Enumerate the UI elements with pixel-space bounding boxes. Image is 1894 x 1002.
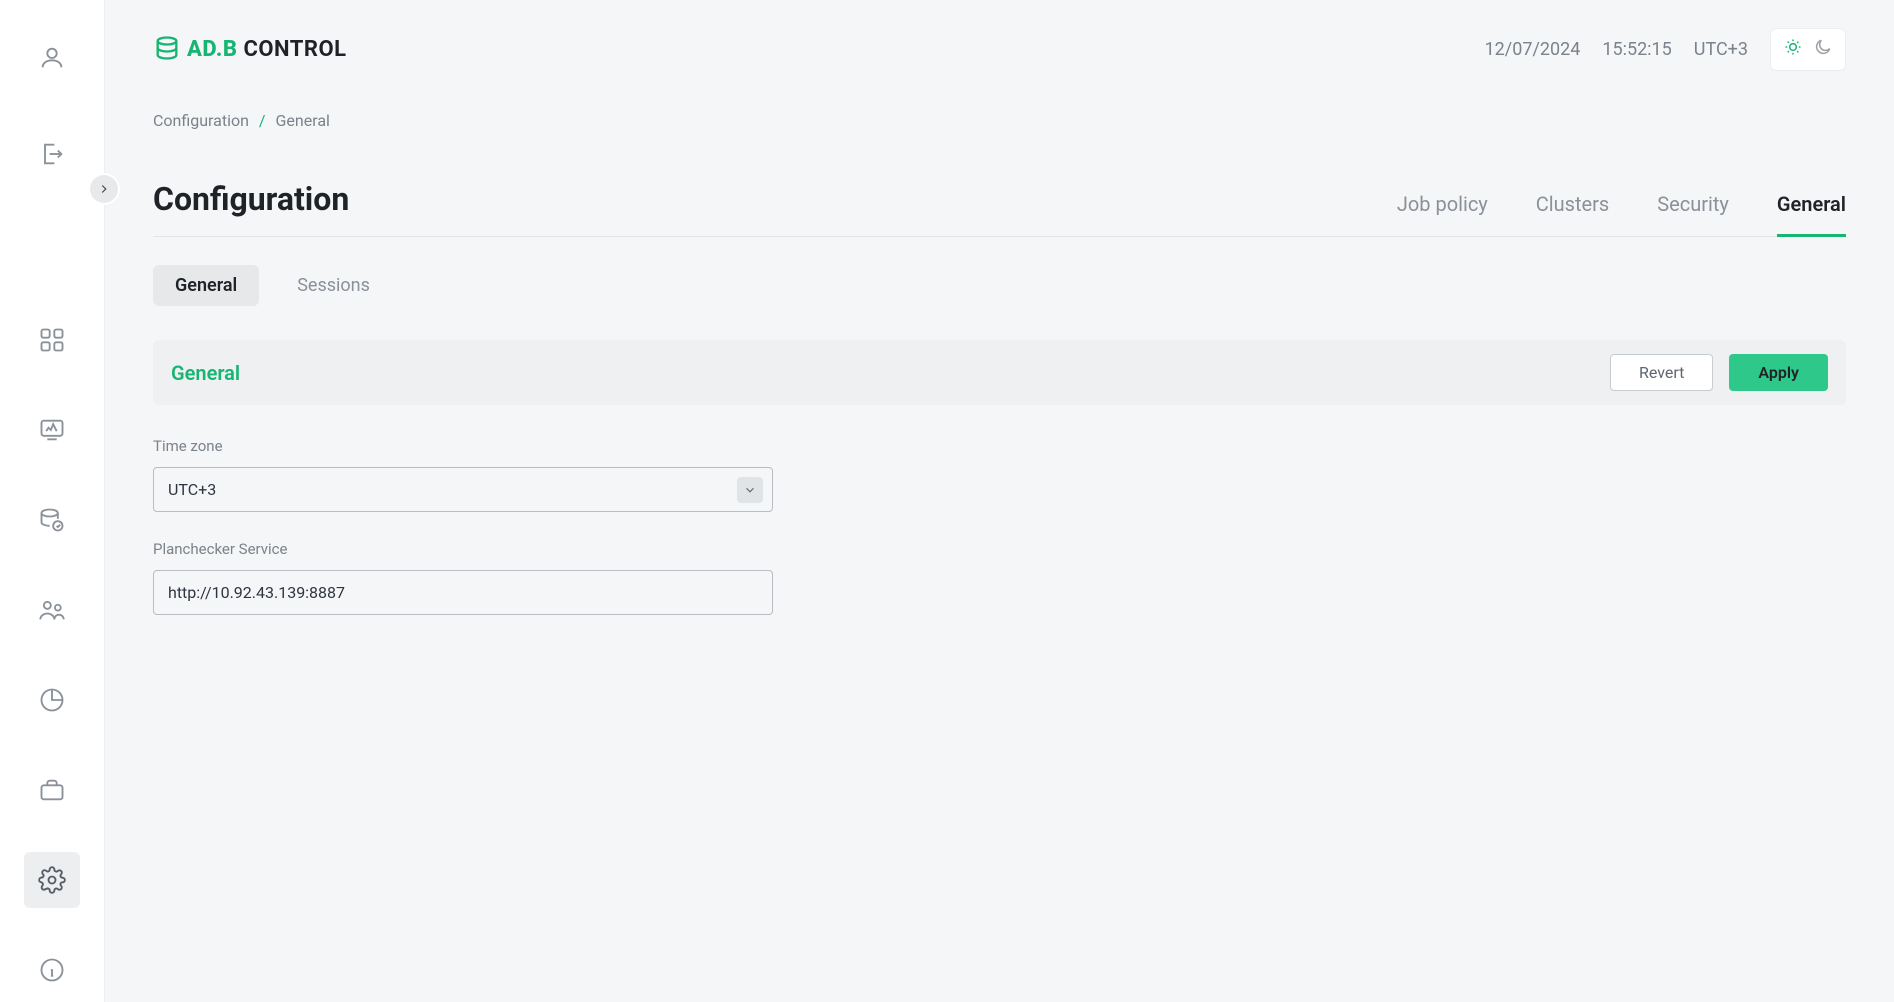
sub-tabs: General Sessions: [153, 265, 1846, 306]
dashboard-icon[interactable]: [24, 312, 80, 368]
backup-icon[interactable]: [24, 492, 80, 548]
brand: AD.B CONTROL: [153, 34, 347, 66]
tab-job-policy[interactable]: Job policy: [1397, 192, 1488, 237]
timezone-select[interactable]: [153, 467, 773, 512]
subtab-sessions[interactable]: Sessions: [275, 265, 392, 306]
sidebar-expand-button[interactable]: [90, 175, 118, 203]
planchecker-input[interactable]: [153, 570, 773, 615]
brand-text: AD.B CONTROL: [187, 37, 347, 62]
sidebar: [0, 0, 105, 1002]
page-title: Configuration: [153, 180, 349, 218]
header-date: 12/07/2024: [1485, 39, 1581, 60]
breadcrumb-root[interactable]: Configuration: [153, 111, 249, 130]
topbar: AD.B CONTROL 12/07/2024 15:52:15 UTC+3: [153, 28, 1846, 71]
info-icon[interactable]: [24, 942, 80, 998]
apply-button[interactable]: Apply: [1729, 354, 1828, 391]
logout-icon[interactable]: [24, 126, 80, 182]
tab-general[interactable]: General: [1777, 192, 1846, 237]
timezone-label: Time zone: [153, 437, 773, 455]
jobs-icon[interactable]: [24, 762, 80, 818]
settings-icon[interactable]: [24, 852, 80, 908]
brand-logo-icon: [153, 34, 181, 66]
breadcrumb: Configuration / General: [153, 111, 1846, 130]
moon-icon: [1813, 37, 1833, 62]
panel-header: General Revert Apply: [153, 340, 1846, 405]
theme-toggle[interactable]: [1770, 28, 1846, 71]
tab-security[interactable]: Security: [1657, 192, 1729, 237]
main-content: AD.B CONTROL 12/07/2024 15:52:15 UTC+3 C…: [105, 0, 1894, 1002]
top-tabs: Job policy Clusters Security General: [1397, 192, 1846, 218]
breadcrumb-sep: /: [259, 111, 266, 130]
user-icon[interactable]: [24, 30, 80, 86]
panel-title: General: [171, 361, 240, 385]
monitoring-icon[interactable]: [24, 402, 80, 458]
header-tz: UTC+3: [1694, 39, 1748, 60]
planchecker-label: Planchecker Service: [153, 540, 773, 558]
sun-icon: [1783, 37, 1803, 62]
breadcrumb-current: General: [276, 111, 330, 130]
reports-icon[interactable]: [24, 672, 80, 728]
subtab-general[interactable]: General: [153, 265, 259, 306]
header-time: 15:52:15: [1602, 39, 1671, 60]
tab-clusters[interactable]: Clusters: [1536, 192, 1609, 237]
users-icon[interactable]: [24, 582, 80, 638]
revert-button[interactable]: Revert: [1610, 354, 1713, 391]
